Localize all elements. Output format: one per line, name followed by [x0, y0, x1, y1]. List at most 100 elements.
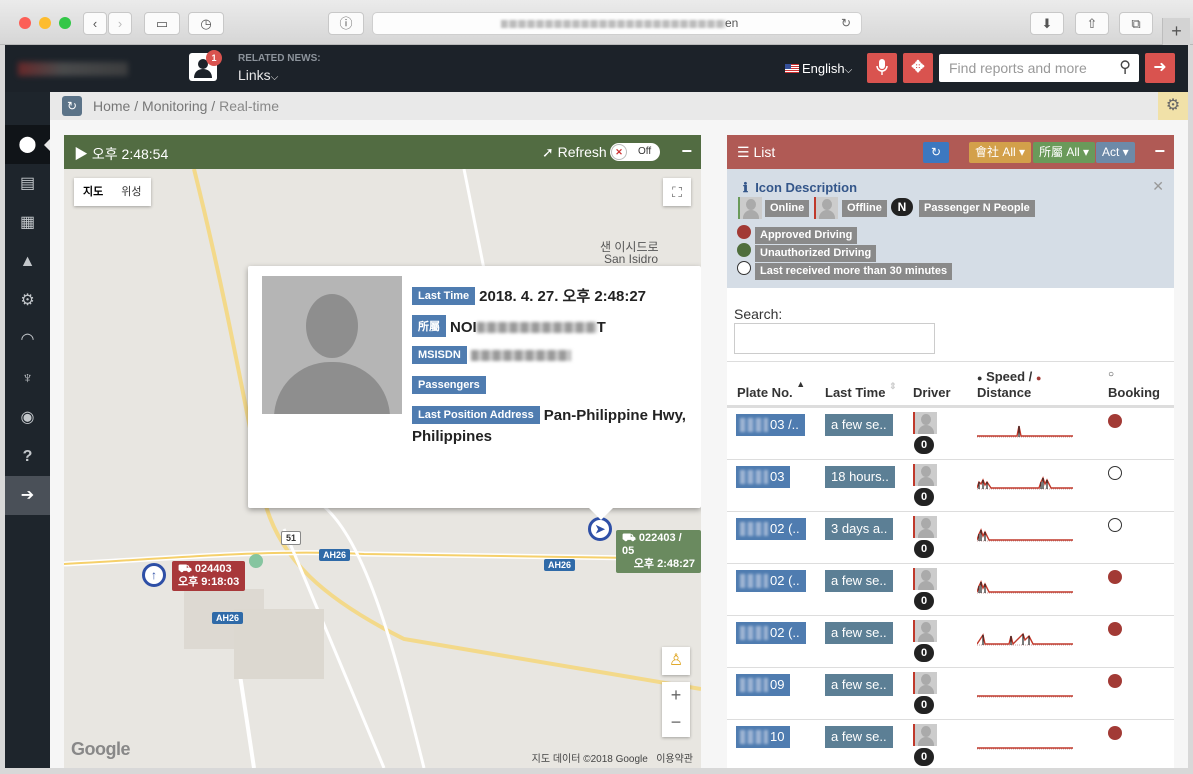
logo[interactable] [18, 62, 128, 76]
sidebar-item-organization[interactable]: ♆ [5, 359, 50, 398]
sidebar-item-reports[interactable]: ▤ [5, 164, 50, 203]
driver-avatar[interactable] [913, 516, 937, 538]
report-search-input[interactable]: Find reports and more ⚲ [939, 54, 1139, 82]
driver-avatar[interactable] [913, 724, 937, 746]
sort-icon: ⇕ [889, 381, 897, 391]
collapse-map-button[interactable]: − [681, 141, 692, 162]
booking-status-icon [1108, 570, 1122, 584]
sidebar-item-github[interactable]: ◉ [5, 398, 50, 437]
table-row[interactable]: 03 /.. a few se.. 0 [727, 407, 1174, 459]
forward-button[interactable]: › [108, 12, 132, 35]
column-booking[interactable]: Booking [1108, 385, 1160, 400]
sidebar-item-help[interactable]: ? [5, 437, 50, 476]
map-canvas[interactable]: 지도 위성 ⛶ 샌 이시드로 San Isidro 51 AH26 AH26 AH… [64, 169, 701, 768]
microphone-button[interactable] [867, 53, 897, 83]
new-tab-button[interactable]: + [1162, 18, 1190, 45]
close-window-button[interactable] [19, 17, 31, 29]
map-refresh-button[interactable]: ➚ Refresh [542, 144, 607, 161]
plate-number[interactable]: 02 (.. [736, 518, 806, 540]
online-avatar [738, 197, 762, 219]
column-driver[interactable]: Driver [913, 385, 951, 400]
vehicle-label[interactable]: ⛟ 022403 / 05 오후 2:48:27 [616, 530, 701, 573]
vehicle-marker-icon[interactable]: ➤ [588, 517, 612, 541]
close-icon[interactable]: ✕ [1152, 178, 1164, 195]
plate-number[interactable]: 02 (.. [736, 622, 806, 644]
plate-number[interactable]: 03 [736, 466, 791, 488]
map-type-map[interactable]: 지도 [74, 178, 112, 206]
auto-refresh-toggle[interactable]: ✕ Off [610, 143, 660, 161]
sidebar-item-support[interactable]: ◠ [5, 320, 50, 359]
page-settings-gear-icon[interactable]: ⚙ [1158, 92, 1188, 120]
act-dropdown[interactable]: Act ▾ [1096, 142, 1135, 163]
sidebar-item-road[interactable]: ▲ [5, 242, 50, 281]
terms-link[interactable]: 이용약관 [656, 754, 693, 765]
driver-avatar[interactable] [913, 620, 937, 642]
us-flag-icon [785, 64, 799, 73]
table-row[interactable]: 09 a few se.. 0 [727, 667, 1174, 719]
reload-icon[interactable]: ↻ [841, 13, 851, 34]
breadcrumb-home[interactable]: Home [93, 98, 130, 114]
sidebar-item-expand[interactable]: ➔ [5, 476, 50, 515]
news-badge: 1 [206, 50, 222, 66]
column-speed[interactable]: ● Speed / ● [977, 369, 1041, 384]
news-avatar-icon[interactable]: 1 [189, 50, 222, 81]
back-button[interactable]: ‹ [83, 12, 107, 35]
history-icon[interactable]: ◷ [188, 12, 224, 35]
zoom-out-button[interactable]: − [662, 709, 690, 736]
map-clock: 오후 2:48:54 [91, 146, 169, 162]
column-distance[interactable]: Distance [977, 385, 1031, 400]
map-type-satellite[interactable]: 위성 [112, 178, 150, 206]
plate-number[interactable]: 09 [736, 674, 791, 696]
breadcrumb-monitoring[interactable]: Monitoring [142, 98, 207, 114]
share-icon[interactable]: ⇧ [1075, 12, 1109, 35]
driver-avatar[interactable] [913, 672, 937, 694]
minimize-window-button[interactable] [39, 17, 51, 29]
table-row[interactable]: 02 (.. 3 days a.. 0 [727, 511, 1174, 563]
plate-number[interactable]: 10 [736, 726, 791, 748]
fullscreen-button[interactable]: ✥ [903, 53, 933, 83]
street-view-icon[interactable]: ♙ [662, 647, 690, 675]
vehicle-marker-icon[interactable]: ↑ [142, 563, 166, 587]
driver-avatar[interactable] [913, 568, 937, 590]
passengers-tag: Passengers [412, 376, 486, 394]
plate-number[interactable]: 02 (.. [736, 570, 806, 592]
table-row[interactable]: 02 (.. a few se.. 0 [727, 563, 1174, 615]
stale-dot [737, 261, 751, 275]
fullscreen-icon[interactable]: ⛶ [663, 178, 691, 206]
sidebar-item-settings[interactable]: ⚙ [5, 281, 50, 320]
play-icon[interactable]: ▶ [74, 146, 88, 162]
links-dropdown[interactable]: Links⌵ [238, 67, 278, 83]
company-filter-dropdown[interactable]: 會社 All ▾ [969, 142, 1032, 163]
table-row[interactable]: 03 18 hours.. 0 [727, 459, 1174, 511]
microphone-icon [876, 59, 888, 75]
logout-button[interactable]: ➜ [1145, 53, 1175, 83]
column-plate[interactable]: Plate No. ▲ [737, 379, 805, 400]
table-row[interactable]: 10 a few se.. 0 [727, 719, 1174, 771]
msisdn-tag: MSISDN [412, 346, 467, 364]
list-search-input[interactable] [734, 323, 935, 354]
table-row[interactable]: 02 (.. a few se.. 0 [727, 615, 1174, 667]
sidebar-toggle-icon[interactable]: ▭ [144, 12, 180, 35]
collapse-list-button[interactable]: − [1154, 141, 1165, 162]
driver-avatar[interactable] [913, 412, 937, 434]
zoom-window-button[interactable] [59, 17, 71, 29]
driver-avatar[interactable] [913, 464, 937, 486]
address-bar[interactable]: en ↻ [372, 12, 862, 35]
privacy-icon[interactable]: ⓘ [328, 12, 364, 35]
column-last-time[interactable]: Last Time ⇕ [825, 381, 897, 400]
tabs-icon[interactable]: ⧉ [1119, 12, 1153, 35]
zoom-in-button[interactable]: + [662, 682, 690, 709]
vehicle-label[interactable]: ⛟ 024403 오후 9:18:03 [172, 561, 246, 591]
last-time-badge: 3 days a.. [825, 518, 894, 540]
chevron-down-icon: ⌵ [844, 65, 853, 76]
sidebar-item-location[interactable]: ⬤ [5, 125, 50, 164]
search-icon[interactable]: ⚲ [1119, 54, 1131, 82]
org-filter-dropdown[interactable]: 所屬 All ▾ [1033, 142, 1096, 163]
plate-number[interactable]: 03 /.. [736, 414, 805, 436]
list-refresh-button[interactable]: ↻ [923, 142, 949, 163]
sidebar-item-calendar[interactable]: ▦ [5, 203, 50, 242]
driver-photo [262, 276, 402, 414]
download-icon[interactable]: ⬇ [1030, 12, 1064, 35]
refresh-icon[interactable]: ↻ [62, 96, 82, 116]
language-dropdown[interactable]: English⌵ [785, 61, 852, 76]
